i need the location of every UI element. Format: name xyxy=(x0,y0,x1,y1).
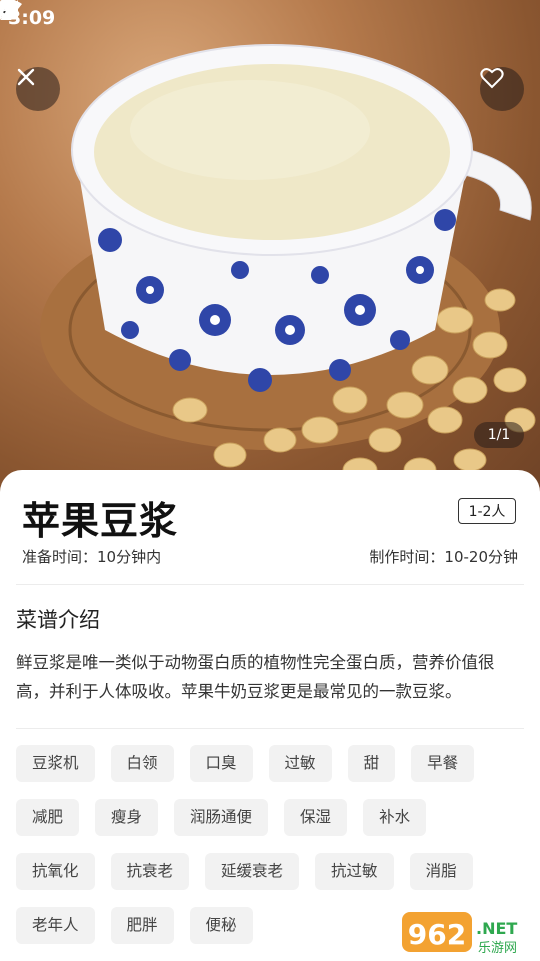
tag[interactable]: 消脂 xyxy=(409,853,473,890)
divider xyxy=(16,728,524,729)
tag[interactable]: 甜 xyxy=(347,745,396,782)
tag[interactable]: 白领 xyxy=(110,745,174,782)
tag[interactable]: 老年人 xyxy=(16,907,95,944)
status-bar: 3:09 xyxy=(0,0,540,36)
watermark-caption: 乐游网 xyxy=(478,941,517,956)
tag[interactable]: 口臭 xyxy=(189,745,253,782)
tag-row: 豆浆机 白领 口臭 过敏 甜 早餐 xyxy=(16,745,536,782)
tag[interactable]: 早餐 xyxy=(411,745,475,782)
tag[interactable]: 便秘 xyxy=(189,907,253,944)
intro-heading: 菜谱介绍 xyxy=(16,608,100,632)
tag-row: 抗氧化 抗衰老 延缓衰老 抗过敏 消脂 xyxy=(16,853,536,890)
tag[interactable]: 润肠通便 xyxy=(174,799,269,836)
heart-icon xyxy=(480,68,504,89)
servings-badge: 1-2人 xyxy=(458,498,516,524)
close-icon xyxy=(17,68,35,86)
cook-time: 制作时间：10-20分钟 xyxy=(369,548,518,566)
tag[interactable]: 抗过敏 xyxy=(315,853,394,890)
favorite-button[interactable] xyxy=(480,67,524,111)
tag[interactable]: 过敏 xyxy=(268,745,332,782)
soy-milk-photo xyxy=(40,44,536,483)
intro-text: 鲜豆浆是唯一类似于动物蛋白质的植物性完全蛋白质，营养价值很高，并利于人体吸收。苹… xyxy=(16,653,495,701)
watermark-number: 962 xyxy=(408,918,466,951)
tag[interactable]: 肥胖 xyxy=(110,907,174,944)
divider xyxy=(16,584,524,585)
battery-charging-icon xyxy=(0,0,12,20)
tag[interactable]: 抗衰老 xyxy=(110,853,190,890)
tag[interactable]: 保湿 xyxy=(284,799,348,836)
tag[interactable]: 抗氧化 xyxy=(16,853,95,890)
recipe-title: 苹果豆浆 xyxy=(22,499,179,543)
recipe-detail-sheet: 苹果豆浆 1-2人 准备时间：10分钟内 制作时间：10-20分钟 菜谱介绍 鲜… xyxy=(0,470,540,960)
image-page-indicator: 1/1 xyxy=(474,422,524,448)
recipe-hero-image: 3:09 1/1 xyxy=(0,0,540,500)
site-watermark-logo: 962 .NET 乐游网 xyxy=(402,912,517,956)
tag[interactable]: 补水 xyxy=(363,799,427,836)
tag[interactable]: 减肥 xyxy=(16,799,80,836)
prep-time: 准备时间：10分钟内 xyxy=(22,548,162,566)
close-button[interactable] xyxy=(16,67,60,111)
watermark-suffix: .NET xyxy=(476,919,517,938)
recipe-times: 准备时间：10分钟内 制作时间：10-20分钟 xyxy=(22,546,518,567)
tag[interactable]: 豆浆机 xyxy=(16,745,95,782)
tag[interactable]: 瘦身 xyxy=(95,799,159,836)
tag[interactable]: 延缓衰老 xyxy=(205,853,300,890)
tag-row: 减肥 瘦身 润肠通便 保湿 补水 xyxy=(16,799,536,836)
